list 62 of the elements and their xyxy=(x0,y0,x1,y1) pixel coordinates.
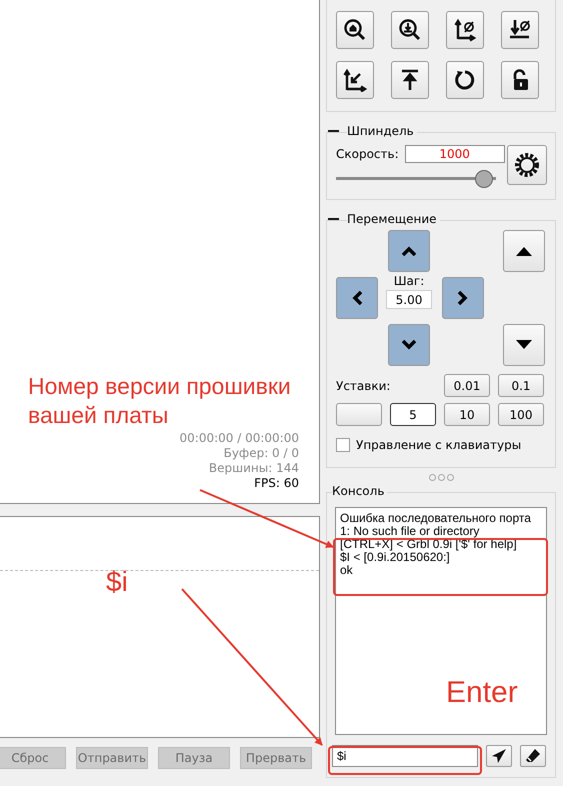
jog-up-button[interactable] xyxy=(388,230,430,272)
preset-button[interactable]: 5 xyxy=(390,403,436,426)
control-button[interactable] xyxy=(336,11,374,49)
z-down-button[interactable] xyxy=(503,324,545,366)
command-field[interactable]: $i xyxy=(332,745,478,767)
visualizer-stat: 00:00:00 / 00:00:00 xyxy=(180,431,299,446)
clear-button[interactable] xyxy=(520,745,546,767)
annotation-text: $i xyxy=(106,566,128,598)
jog-down-button[interactable] xyxy=(388,324,430,366)
slider-thumb[interactable] xyxy=(475,170,494,188)
step-field[interactable]: 5.00 xyxy=(386,290,432,309)
console-line: Ошибка последовательного порта xyxy=(340,512,532,525)
visualizer-stat: Вершины: 144 xyxy=(208,461,299,476)
triangle-up-icon xyxy=(515,246,533,256)
chevron-right-icon xyxy=(457,290,469,306)
gear-icon xyxy=(514,152,540,178)
console-line: [CTRL+X] < Grbl 0.9i ['$' for help] xyxy=(340,538,518,551)
step-label: Шаг: xyxy=(394,274,424,288)
control-button[interactable] xyxy=(446,61,484,99)
jog-left-button[interactable] xyxy=(336,277,378,319)
callout-text: Номер версии прошивки вашей платы xyxy=(28,372,292,430)
spindle-button[interactable] xyxy=(507,145,547,185)
jog-right-button[interactable] xyxy=(442,277,484,319)
search-download-icon xyxy=(398,18,422,42)
speed-slider[interactable] xyxy=(336,169,496,187)
group-title: Шпиндель xyxy=(347,124,417,138)
keyboard-control-label: Управление с клавиатуры xyxy=(356,438,522,452)
group-title: Консоль xyxy=(332,484,388,498)
speed-field[interactable]: 1000 xyxy=(404,145,505,163)
axis-corner-arrow-icon xyxy=(343,68,367,92)
checkbox[interactable] xyxy=(336,438,350,452)
control-button[interactable] xyxy=(446,11,484,49)
speed-label: Скорость: xyxy=(336,147,399,161)
send-button[interactable] xyxy=(486,745,512,767)
console-line: $I < [0.9i.20150620:] xyxy=(340,551,451,564)
control-button[interactable] xyxy=(391,61,429,99)
preset-button[interactable]: 0.01 xyxy=(444,374,490,397)
chevron-up-icon xyxy=(401,245,417,257)
chevron-down-icon xyxy=(401,339,417,351)
visualizer-stat: Буфер: 0 / 0 xyxy=(224,446,299,461)
axis-up-zero-icon xyxy=(453,18,477,42)
group-title: Перемещение xyxy=(347,212,440,226)
control-button[interactable] xyxy=(501,11,539,49)
paper-plane-icon xyxy=(491,748,507,764)
triangle-down-icon xyxy=(515,340,533,350)
preset-button[interactable] xyxy=(336,403,382,426)
visualizer-stat: FPS: 60 xyxy=(254,476,299,491)
control-button[interactable] xyxy=(501,61,539,99)
control-button[interactable] xyxy=(336,61,374,99)
presets-label: Уставки: xyxy=(336,378,392,392)
annotation-text: Enter xyxy=(446,676,518,710)
console-line: 1: No such file or directory xyxy=(340,525,480,538)
console-line: ok xyxy=(340,564,354,577)
preset-button[interactable]: 10 xyxy=(444,403,490,426)
eraser-icon xyxy=(525,748,541,764)
search-home-icon xyxy=(343,18,367,42)
control-button[interactable] xyxy=(391,11,429,49)
z-up-button[interactable] xyxy=(503,230,545,272)
chevron-left-icon xyxy=(351,290,363,306)
preset-button[interactable]: 100 xyxy=(498,403,544,426)
preset-button[interactable]: 0.1 xyxy=(498,374,544,397)
reset-icon xyxy=(453,68,477,92)
